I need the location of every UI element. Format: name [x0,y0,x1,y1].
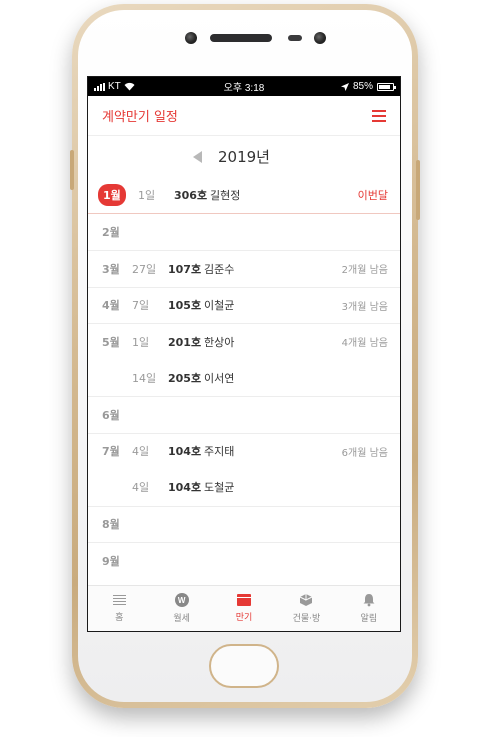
tab-expiry[interactable]: 만기 [213,586,275,631]
bottom-tab-bar: 홈 W 월세 만기 건물·방 알림 [88,585,400,631]
wifi-icon [124,82,135,91]
status-bar: KT 오후 3:18 85% [88,77,400,96]
tab-home[interactable]: 홈 [88,586,150,631]
this-month-label: 이번달 [357,189,388,203]
tenant-name: 한상아 [204,335,235,349]
month-label: 5월 [102,335,120,349]
room-number: 201호 [168,335,202,349]
room-number: 306호 [174,189,208,203]
location-icon [340,82,349,91]
room-number: 107호 [168,262,202,276]
calendar-icon [237,594,252,606]
month-cell: 1월 [88,184,138,207]
room-number: 105호 [168,299,202,313]
tab-label: 홈 [115,612,124,623]
expiry-day: 27일 [132,262,157,276]
month-label: 9월 [102,554,120,568]
remaining-time: 2개월 남음 [341,265,388,277]
app-header: 계약만기 일정 [88,96,400,136]
schedule-row-jun: 6월 [88,396,400,433]
tab-label: 월세 [173,614,190,624]
remaining-time: 6개월 남음 [341,447,388,459]
expiry-day: 14일 [132,371,157,385]
home-button[interactable] [209,644,279,688]
schedule-row-feb: 2월 [88,214,400,251]
volume-button [70,150,74,190]
schedule-row-apr[interactable]: 4월 7일 105호 이철균 3개월 남음 [88,286,400,324]
expiry-day: 4일 [132,481,150,495]
phone-screen: KT 오후 3:18 85% 계약만기 일정 2019년 1월 1일 306호 … [87,76,401,632]
schedule-list: 1월 1일 306호 길현정 이번달 2월 3월 27일 107호 김준수 2개… [88,177,400,579]
building-icon [300,594,313,606]
tenant-name: 이철균 [204,299,235,313]
tab-label: 건물·방 [292,614,321,624]
year-navigator: 2019년 [88,136,400,177]
tab-building-room[interactable]: 건물·방 [275,586,337,631]
schedule-row-may-2[interactable]: 14일 205호 이서연 [88,360,400,397]
room-number: 205호 [168,371,202,385]
status-right: 85% [284,81,396,92]
tenant-name: 김준수 [204,262,235,276]
proximity-sensor [288,35,302,41]
tab-alerts[interactable]: 알림 [338,586,400,631]
tenant-name: 주지태 [204,445,235,459]
schedule-row-may[interactable]: 5월 1일 201호 한상아 4개월 남음 [88,323,400,360]
list-icon [112,594,126,606]
expiry-day: 1일 [132,335,150,349]
status-left: KT [94,81,204,92]
tenant-name: 이서연 [204,371,235,385]
schedule-row-aug: 8월 [88,505,400,543]
schedule-row-jul-2[interactable]: 4일 104호 도철균 [88,469,400,506]
prev-year-icon[interactable] [193,150,202,163]
room-number: 104호 [168,445,202,459]
schedule-row-sep: 9월 [88,542,400,579]
power-button [416,160,420,220]
hamburger-menu-icon[interactable] [372,109,386,122]
current-month-badge: 1월 [98,184,126,207]
remaining-time: 4개월 남음 [341,338,388,350]
schedule-row-jul[interactable]: 7월 4일 104호 주지태 6개월 남음 [88,432,400,470]
front-camera [185,32,197,44]
earpiece-speaker [210,34,272,42]
month-label: 4월 [102,299,120,313]
month-label: 8월 [102,518,120,532]
won-coin-icon: W [174,593,189,607]
tenant-name: 도철균 [204,481,235,495]
month-label: 6월 [102,408,120,422]
status-time: 오후 3:18 [223,83,265,94]
front-sensor [314,32,326,44]
expiry-day: 7일 [132,299,150,313]
schedule-row-mar[interactable]: 3월 27일 107호 김준수 2개월 남음 [88,250,400,287]
battery-icon [377,82,396,91]
page-title: 계약만기 일정 [102,110,178,125]
month-label: 2월 [102,225,120,239]
month-label: 7월 [102,445,120,459]
tab-rent[interactable]: W 월세 [150,586,212,631]
room-number: 104호 [168,481,202,495]
signal-icon [94,82,105,91]
expiry-day: 4일 [132,445,150,459]
battery-percent: 85% [352,81,373,92]
expiry-day: 1일 [138,189,156,203]
schedule-row-jan[interactable]: 1월 1일 306호 길현정 이번달 [88,177,400,214]
year-label: 2019년 [218,148,270,166]
remaining-time: 3개월 남음 [341,301,388,313]
tenant-name: 길현정 [210,189,241,203]
tab-label: 만기 [235,613,253,623]
month-label: 3월 [102,262,120,276]
bell-icon [363,594,375,607]
tab-label: 알림 [360,614,378,624]
carrier-label: KT [108,81,121,92]
